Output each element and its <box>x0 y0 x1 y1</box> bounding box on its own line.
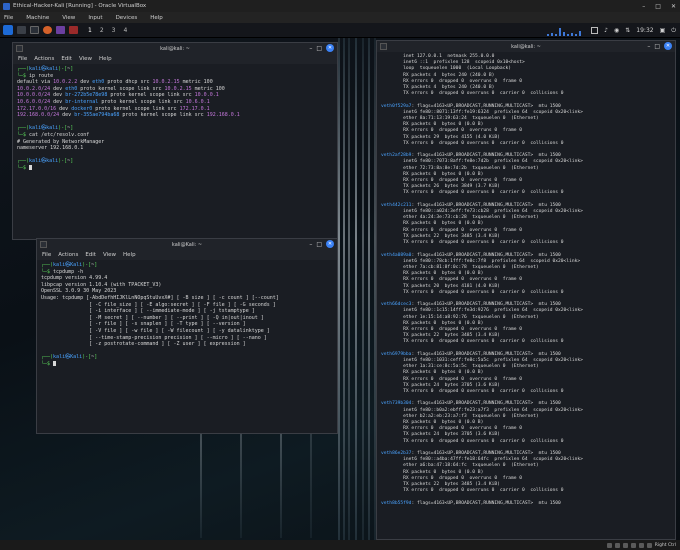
wallpaper-cable <box>362 38 364 540</box>
wallpaper-cable <box>348 38 350 540</box>
workspace-switcher: 1 2 3 4 <box>88 27 127 34</box>
wallpaper-cable <box>355 38 357 540</box>
terminal-window-tcpdump[interactable]: kali@Kali: ~ – □ ✕ File Actions Edit Vie… <box>36 238 338 434</box>
power-icon[interactable]: ⏻ <box>671 27 676 35</box>
menu-help[interactable]: Help <box>123 252 136 258</box>
menu-devices[interactable]: Devices <box>112 15 147 21</box>
maximize-icon[interactable]: □ <box>316 241 322 248</box>
close-icon[interactable]: ✕ <box>326 240 334 248</box>
maximize-icon[interactable]: □ <box>316 45 322 52</box>
wallpaper-cable <box>368 38 370 540</box>
close-icon[interactable]: ✕ <box>326 44 334 52</box>
menu-help[interactable]: Help <box>99 56 112 62</box>
wallpaper-cable <box>343 38 345 540</box>
volume-icon[interactable]: ♪ <box>604 27 608 34</box>
network-icon[interactable]: ⇅ <box>625 27 630 34</box>
files-icon[interactable] <box>17 26 26 34</box>
menu-view[interactable]: View <box>79 56 92 62</box>
app-icon[interactable] <box>56 26 65 34</box>
terminal-window-route[interactable]: kali@kali: ~ – □ ✕ File Actions Edit Vie… <box>12 42 338 240</box>
terminal-title-bar[interactable]: kali@Kali: ~ – □ ✕ <box>37 239 337 250</box>
tray-icon[interactable] <box>614 542 620 548</box>
wallpaper-cable <box>338 38 340 540</box>
cpu-graph <box>545 26 585 36</box>
maximize-icon[interactable]: □ <box>655 3 661 10</box>
workspace-4[interactable]: 4 <box>123 27 127 34</box>
workspace-1[interactable]: 1 <box>88 27 92 34</box>
kali-top-panel: 1 2 3 4 ♪ ◉ ⇅ 19:32 ▣ ⏻ <box>0 23 680 38</box>
menu-edit[interactable]: Edit <box>85 252 96 258</box>
menu-actions[interactable]: Actions <box>58 252 78 258</box>
virtualbox-icon <box>3 2 10 10</box>
terminal-icon <box>40 241 47 248</box>
tray-icon[interactable] <box>622 542 628 548</box>
terminal-title: kali@Kali: ~ <box>171 241 203 248</box>
menu-view[interactable]: View <box>103 252 116 258</box>
panel-tray: ♪ ◉ ⇅ 19:32 ▣ ⏻ <box>545 23 676 38</box>
minimize-icon[interactable]: – <box>309 45 312 52</box>
host-taskbar: Right Ctrl <box>0 540 680 550</box>
firefox-icon[interactable] <box>43 26 52 34</box>
close-icon[interactable]: ✕ <box>671 3 676 10</box>
terminal-window-ifconfig[interactable]: kali@kali: ~ – □ ✕ inet 127.0.0.1 netmas… <box>376 40 676 540</box>
terminal-title-bar[interactable]: kali@kali: ~ – □ ✕ <box>13 43 337 54</box>
menu-file[interactable]: File <box>42 252 51 258</box>
minimize-icon[interactable]: – <box>309 241 312 248</box>
lock-icon[interactable]: ▣ <box>660 27 666 34</box>
kali-menu-icon[interactable] <box>3 25 13 35</box>
terminal-title-bar[interactable]: kali@kali: ~ – □ ✕ <box>377 41 675 52</box>
terminal-title: kali@kali: ~ <box>160 45 190 52</box>
terminal-menu-bar: File Actions Edit View Help <box>13 54 337 64</box>
terminal-icon <box>16 45 23 52</box>
app-icon[interactable] <box>69 26 78 34</box>
terminal-icon[interactable] <box>30 26 39 34</box>
display-icon[interactable] <box>591 27 599 34</box>
menu-edit[interactable]: Edit <box>61 56 72 62</box>
maximize-icon[interactable]: □ <box>654 43 660 50</box>
menu-view[interactable]: View <box>58 15 84 21</box>
terminal-title: kali@kali: ~ <box>511 43 541 50</box>
tray-icon[interactable] <box>638 542 644 548</box>
minimize-icon[interactable]: – <box>647 43 650 50</box>
menu-file[interactable]: File <box>18 56 27 62</box>
tray-icon[interactable] <box>606 542 612 548</box>
virtualbox-menu-bar: File Machine View Input Devices Help <box>0 12 680 23</box>
host-key-label: Right Ctrl <box>654 542 676 548</box>
menu-machine[interactable]: Machine <box>22 15 58 21</box>
tray-icon[interactable] <box>630 542 636 548</box>
virtualbox-title-bar: Ethical-Hacker-Kali [Running] - Oracle V… <box>0 0 680 12</box>
menu-file[interactable]: File <box>0 15 22 21</box>
terminal-menu-bar: File Actions Edit View Help <box>37 250 337 260</box>
menu-input[interactable]: Input <box>84 15 111 21</box>
tray-icon[interactable] <box>646 542 652 548</box>
terminal-output[interactable]: inet 127.0.0.1 netmask 255.0.0.0 inet6 :… <box>377 52 675 509</box>
workspace-3[interactable]: 3 <box>112 27 116 34</box>
terminal-output[interactable]: ┌──(kali㉿kali)-[~] └─$ ip route default … <box>13 64 337 174</box>
terminal-icon <box>380 43 387 50</box>
workspace-2[interactable]: 2 <box>100 27 104 34</box>
window-title: Ethical-Hacker-Kali [Running] - Oracle V… <box>13 3 147 9</box>
notification-icon[interactable]: ◉ <box>614 27 619 34</box>
close-icon[interactable]: ✕ <box>664 42 672 50</box>
window-controls: – □ ✕ <box>642 0 676 12</box>
menu-help[interactable]: Help <box>146 15 172 21</box>
clock[interactable]: 19:32 <box>636 27 653 34</box>
terminal-output[interactable]: ┌──(kali㉿Kali)-[~] └─$ tcpdump -h tcpdum… <box>37 260 337 370</box>
minimize-icon[interactable]: – <box>642 3 645 10</box>
menu-actions[interactable]: Actions <box>34 56 54 62</box>
